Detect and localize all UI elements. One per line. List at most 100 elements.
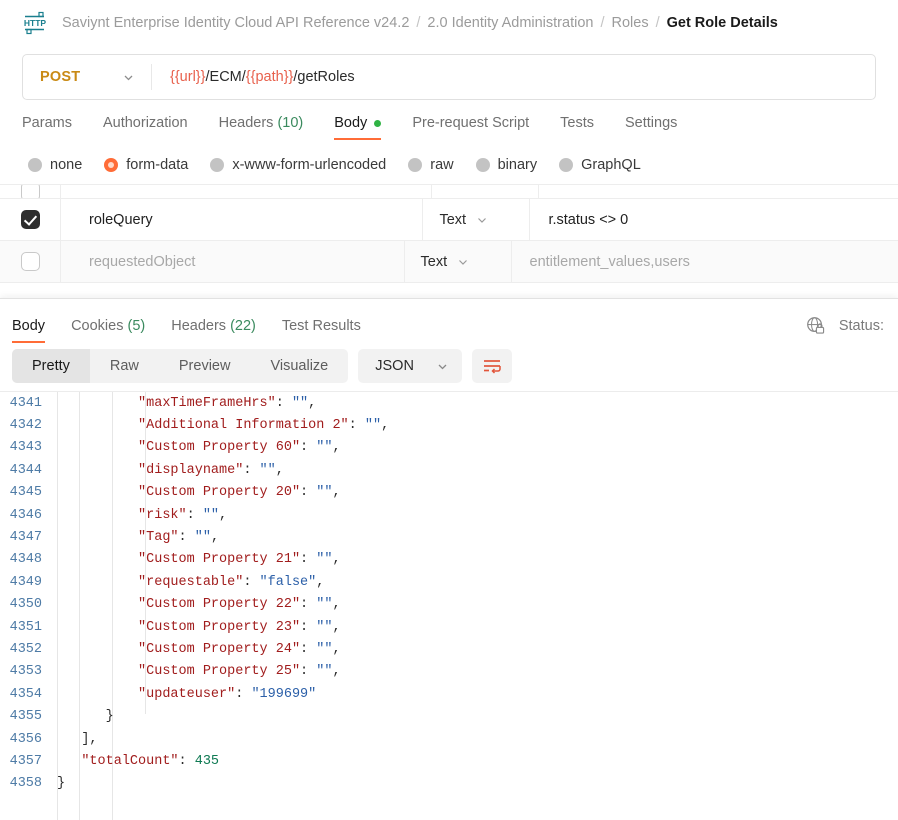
- row-checkbox-cell[interactable]: [0, 185, 61, 198]
- tab-pre-request-script-label: Pre-request Script: [412, 115, 530, 131]
- code-token-punc: ,: [316, 574, 325, 590]
- body-mode-graphql[interactable]: GraphQL: [559, 157, 641, 173]
- code-token-punc: :: [300, 664, 317, 680]
- breadcrumb-item-collection[interactable]: Saviynt Enterprise Identity Cloud API Re…: [62, 15, 409, 31]
- code-token-punc: ],: [81, 731, 98, 747]
- radio-selected-icon: [104, 158, 119, 172]
- code-line: 4342 "Additional Information 2": "",: [0, 414, 898, 436]
- word-wrap-icon: [483, 360, 501, 374]
- view-mode-pretty[interactable]: Pretty: [12, 349, 90, 383]
- body-mode-form-data[interactable]: form-data: [104, 157, 188, 173]
- response-status-area: Status:: [806, 316, 884, 343]
- tab-tests-label: Tests: [560, 115, 595, 131]
- line-number: 4351: [9, 619, 42, 635]
- row-checkbox-cell[interactable]: [0, 241, 61, 282]
- body-mode-binary[interactable]: binary: [475, 157, 537, 173]
- row-value-cell[interactable]: entitlement_values,users: [512, 241, 898, 282]
- table-row-clipped[interactable]: [0, 185, 898, 199]
- row-key-cell[interactable]: [61, 185, 432, 198]
- row-type-cell[interactable]: [432, 185, 539, 198]
- response-tab-headers[interactable]: Headers (22): [171, 318, 256, 343]
- url-input[interactable]: {{url}}/ECM/{{path}}/getRoles: [152, 55, 875, 99]
- code-line-text: "Custom Property 24": "",: [52, 642, 341, 657]
- view-mode-visualize[interactable]: Visualize: [250, 349, 348, 383]
- body-mode-none[interactable]: none: [28, 157, 82, 173]
- chevron-down-icon: [124, 75, 133, 80]
- table-row[interactable]: requestedObject Text entitlement_values,…: [0, 241, 898, 283]
- code-token-key: "displayname": [138, 462, 244, 478]
- code-token-punc: ,: [332, 619, 341, 635]
- response-format-select[interactable]: JSON: [358, 349, 462, 383]
- code-token-str: "": [316, 597, 333, 613]
- tab-tests[interactable]: Tests: [560, 115, 594, 140]
- chevron-down-icon: [438, 364, 447, 369]
- line-number: 4345: [9, 485, 42, 501]
- radio-icon: [210, 158, 225, 172]
- line-number: 4349: [9, 574, 42, 590]
- code-token-str: "": [316, 641, 333, 657]
- body-mode-urlencoded[interactable]: x-www-form-urlencoded: [210, 157, 386, 173]
- code-line: 4343 "Custom Property 60": "",: [0, 437, 898, 459]
- response-tab-body[interactable]: Body: [12, 318, 46, 343]
- response-body-code-viewer[interactable]: 4341 "maxTimeFrameHrs": "", 4342 "Additio…: [0, 391, 898, 820]
- code-token-key: "requestable": [138, 574, 244, 590]
- breadcrumb: Saviynt Enterprise Identity Cloud API Re…: [62, 15, 778, 31]
- checkbox-icon: [20, 185, 40, 198]
- code-line-text: "Custom Property 60": "",: [52, 440, 341, 455]
- breadcrumb-item-folder[interactable]: 2.0 Identity Administration: [427, 15, 593, 31]
- code-token-key: "Custom Property 24": [138, 641, 301, 657]
- status-label: Status:: [838, 317, 884, 334]
- response-tab-cookies[interactable]: Cookies (5): [71, 318, 145, 343]
- line-number: 4353: [9, 664, 42, 680]
- url-segment-variable-url: {{url}}: [170, 69, 206, 85]
- row-key-cell[interactable]: roleQuery: [61, 199, 424, 240]
- code-token-str: "": [316, 552, 333, 568]
- code-token-str: "": [194, 530, 211, 546]
- breadcrumb-item-subfolder[interactable]: Roles: [612, 15, 649, 31]
- code-token-punc: }: [57, 776, 66, 792]
- response-tab-test-results[interactable]: Test Results: [282, 318, 361, 343]
- code-line-text: "displayname": "",: [52, 463, 284, 478]
- http-method-select[interactable]: POST: [23, 55, 151, 99]
- row-checkbox-cell[interactable]: [0, 199, 61, 240]
- url-bar: POST {{url}}/ECM/{{path}}/getRoles: [22, 54, 876, 100]
- body-mode-raw[interactable]: raw: [408, 157, 454, 173]
- tab-pre-request-script[interactable]: Pre-request Script: [412, 115, 529, 140]
- table-row[interactable]: roleQuery Text r.status <> 0: [0, 199, 898, 241]
- tab-authorization[interactable]: Authorization: [103, 115, 188, 140]
- line-number: 4348: [9, 552, 42, 568]
- tab-params[interactable]: Params: [22, 115, 72, 140]
- code-token-punc: }: [105, 709, 114, 725]
- row-value-cell[interactable]: [539, 185, 898, 198]
- code-token-key: "Tag": [138, 530, 179, 546]
- code-token-punc: ,: [332, 485, 341, 501]
- code-token-num: 435: [194, 753, 220, 769]
- code-token-str: "": [316, 440, 333, 456]
- line-number: 4352: [9, 641, 42, 657]
- row-type-cell[interactable]: Text: [405, 241, 512, 282]
- row-type-cell[interactable]: Text: [423, 199, 531, 240]
- body-mode-raw-label: raw: [430, 157, 454, 173]
- tab-settings[interactable]: Settings: [625, 115, 677, 140]
- globe-lock-icon[interactable]: [806, 316, 825, 335]
- code-token-punc: ,: [210, 530, 220, 546]
- row-value-cell[interactable]: r.status <> 0: [530, 199, 898, 240]
- code-token-punc: ,: [381, 418, 390, 434]
- word-wrap-button[interactable]: [471, 349, 512, 383]
- code-line: 4353 "Custom Property 25": "",: [0, 661, 898, 683]
- row-key-cell[interactable]: requestedObject: [61, 241, 405, 282]
- code-token-key: "Custom Property 60": [138, 440, 301, 456]
- tab-headers[interactable]: Headers (10): [219, 115, 304, 140]
- breadcrumb-item-request[interactable]: Get Role Details: [667, 15, 778, 31]
- view-mode-preview[interactable]: Preview: [159, 349, 251, 383]
- code-line-text: "Tag": "",: [52, 530, 219, 545]
- view-mode-raw[interactable]: Raw: [90, 349, 159, 383]
- code-token-punc: :: [235, 686, 252, 702]
- code-token-key: "Custom Property 21": [138, 552, 301, 568]
- code-token-punc: :: [300, 440, 317, 456]
- tab-body[interactable]: Body: [334, 115, 382, 140]
- code-token-punc: ,: [332, 664, 341, 680]
- code-line-text: "Custom Property 21": "",: [52, 552, 341, 567]
- line-number: 4355: [9, 709, 42, 725]
- code-line: 4347 "Tag": "",: [0, 526, 898, 548]
